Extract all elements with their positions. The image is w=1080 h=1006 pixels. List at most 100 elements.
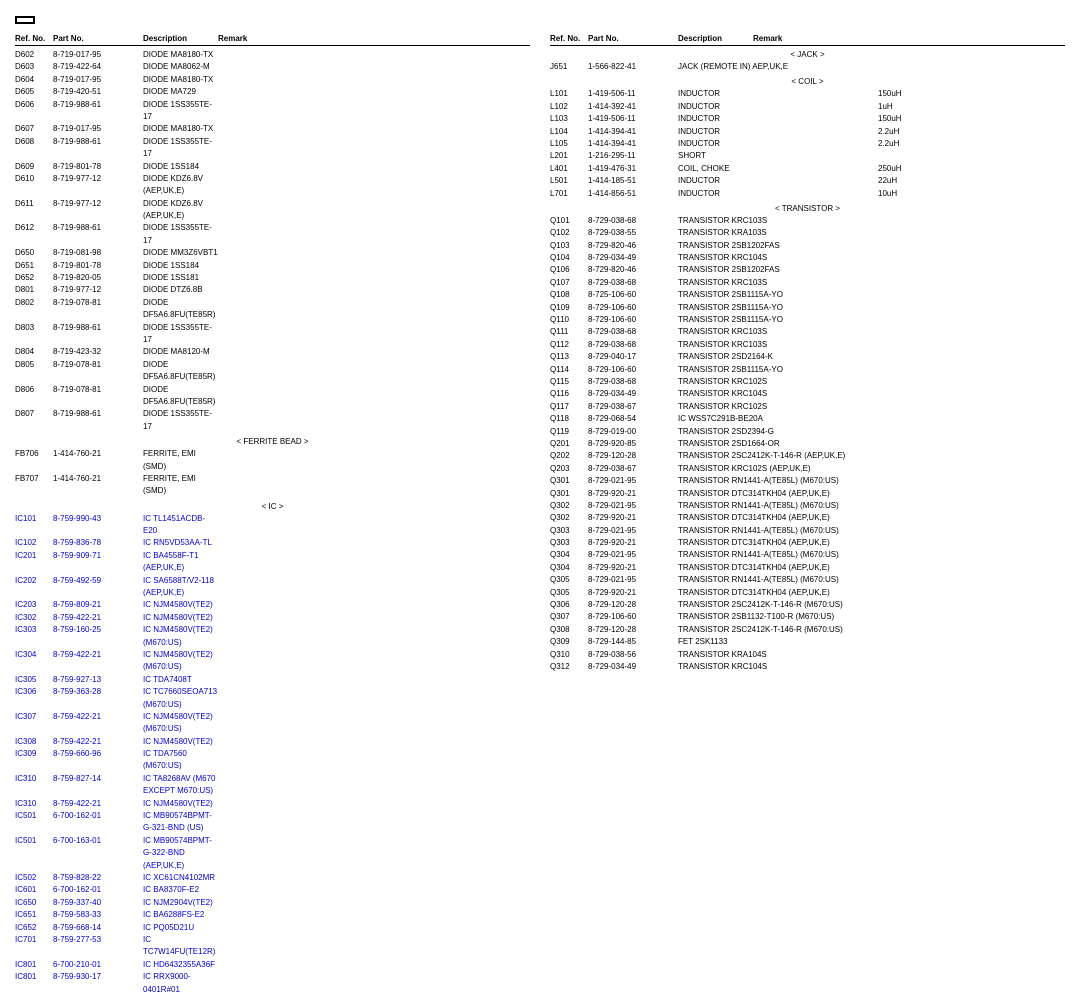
ref-cell: Q308: [550, 624, 588, 636]
ref-cell: IC101: [15, 513, 53, 538]
list-item: IC2018-759-909-71IC BA4558F-T1 (AEP,UK,E…: [15, 550, 530, 575]
part-cell: 8-719-078-81: [53, 359, 143, 384]
ref-cell: IC310: [15, 773, 53, 798]
ref-cell: L401: [550, 163, 588, 175]
list-item: IC3058-759-927-13IC TDA7408T: [15, 674, 530, 686]
part-cell: 8-725-106-60: [588, 289, 678, 301]
desc-cell: IC NJM4580V(TE2): [143, 612, 218, 624]
part-cell: 8-729-034-49: [588, 388, 678, 400]
remark-cell: [218, 473, 298, 498]
part-cell: 1-414-394-41: [588, 138, 678, 150]
ref-cell: Q111: [550, 326, 588, 338]
list-item: D6528-719-820-05DIODE 1SS181: [15, 272, 530, 284]
part-cell: 8-729-038-67: [588, 463, 678, 475]
remark-cell: [218, 959, 298, 971]
remark-cell: [218, 736, 298, 748]
remark-cell: [218, 123, 298, 135]
list-item: D6028-719-017-95DIODE MA8180-TX: [15, 49, 530, 61]
part-cell: 1-566-822-41: [588, 61, 678, 73]
list-item: FB7061-414-760-21FERRITE, EMI (SMD): [15, 448, 530, 473]
list-item: IC7018-759-277-53IC TC7W14FU(TE12R): [15, 934, 530, 959]
ref-cell: D651: [15, 260, 53, 272]
ref-cell: Q102: [550, 227, 588, 239]
remark-cell: [878, 636, 1065, 648]
ref-cell: D611: [15, 198, 53, 223]
list-item: IC6528-759-668-14IC PQ05D21U: [15, 922, 530, 934]
desc-cell: IC XC61CN4102MR: [143, 872, 218, 884]
desc-cell: IC TDA7560 (M670:US): [143, 748, 218, 773]
section-header: < IC >: [15, 502, 530, 511]
remark-cell: [878, 649, 1065, 661]
part-cell: 8-729-021-95: [588, 574, 678, 586]
ref-cell: D805: [15, 359, 53, 384]
desc-cell: IC RN5VD53AA-TL: [143, 537, 218, 549]
remark-cell: [218, 198, 298, 223]
part-cell: 8-729-038-55: [588, 227, 678, 239]
list-item: IC8018-759-930-17IC RRX9000-0401R#01: [15, 971, 530, 996]
desc-cell: DIODE MA8062-M: [143, 61, 218, 73]
part-cell: 8-719-988-61: [53, 99, 143, 124]
list-item: Q1178-729-038-67TRANSISTOR KRC102S: [550, 401, 1065, 413]
list-item: L1021-414-392-41INDUCTOR1uH: [550, 101, 1065, 113]
part-cell: 1-414-856-51: [588, 188, 678, 200]
desc-cell: TRANSISTOR 2SB1115A-YO: [678, 314, 878, 326]
part-cell: 8-729-038-68: [588, 215, 678, 227]
remark-cell: [878, 450, 1065, 462]
part-cell: 1-414-760-21: [53, 448, 143, 473]
desc-cell: TRANSISTOR KRA103S: [678, 227, 878, 239]
list-item: Q1028-729-038-55TRANSISTOR KRA103S: [550, 227, 1065, 239]
desc-cell: TRANSISTOR KRC103S: [678, 277, 878, 289]
desc-cell: TRANSISTOR DTC314TKH04 (AEP,UK,E): [678, 537, 878, 549]
remark-cell: [878, 240, 1065, 252]
remark-cell: [878, 61, 1065, 73]
list-item: Q1088-725-106-60TRANSISTOR 2SB1115A-YO: [550, 289, 1065, 301]
part-cell: 8-729-106-60: [588, 302, 678, 314]
part-cell: 6-700-162-01: [53, 810, 143, 835]
list-item: L1041-414-394-41INDUCTOR2.2uH: [550, 126, 1065, 138]
section-header: < JACK >: [550, 50, 1065, 59]
list-item: IC3078-759-422-21IC NJM4580V(TE2) (M670:…: [15, 711, 530, 736]
list-item: D6078-719-017-95DIODE MA8180-TX: [15, 123, 530, 135]
desc-cell: DIODE KDZ6.8V (AEP,UK,E): [143, 173, 218, 198]
ref-cell: L201: [550, 150, 588, 162]
part-cell: 8-759-668-14: [53, 922, 143, 934]
list-item: L1051-414-394-41INDUCTOR2.2uH: [550, 138, 1065, 150]
part-cell: 8-719-988-61: [53, 222, 143, 247]
list-item: J6511-566-822-41JACK (REMOTE IN) AEP,UK,…: [550, 61, 1065, 73]
ref-cell: D806: [15, 384, 53, 409]
desc-cell: SHORT: [678, 150, 878, 162]
list-item: D8028-719-078-81DIODE DF5A6.8FU(TE85R): [15, 297, 530, 322]
remark-cell: [878, 277, 1065, 289]
desc-cell: IC BA6288FS-E2: [143, 909, 218, 921]
ref-cell: IC304: [15, 649, 53, 674]
list-item: L2011-216-295-11SHORT: [550, 150, 1065, 162]
part-cell: 8-729-068-54: [588, 413, 678, 425]
part-cell: 8-719-988-61: [53, 136, 143, 161]
desc-cell: DIODE 1SS184: [143, 161, 218, 173]
part-cell: 8-759-660-96: [53, 748, 143, 773]
remark-cell: [218, 550, 298, 575]
remark-cell: [878, 150, 1065, 162]
desc-cell: DIODE MA729: [143, 86, 218, 98]
ref-cell: Q114: [550, 364, 588, 376]
section-header: < TRANSISTOR >: [550, 204, 1065, 213]
ref-cell: L104: [550, 126, 588, 138]
part-cell: 8-729-120-28: [588, 599, 678, 611]
part-cell: 8-719-017-95: [53, 123, 143, 135]
list-item: IC3108-759-827-14IC TA8268AV (M670 EXCEP…: [15, 773, 530, 798]
desc-cell: TRANSISTOR 2SD2394-G: [678, 426, 878, 438]
ref-cell: Q107: [550, 277, 588, 289]
ref-cell: IC501: [15, 835, 53, 872]
ref-cell: Q202: [550, 450, 588, 462]
desc-cell: IC NJM2904V(TE2): [143, 897, 218, 909]
desc-cell: TRANSISTOR DTC314TKH04 (AEP,UK,E): [678, 488, 878, 500]
part-cell: 8-759-277-53: [53, 934, 143, 959]
list-item: Q3038-729-920-21TRANSISTOR DTC314TKH04 (…: [550, 537, 1065, 549]
header-part2: Part No.: [588, 34, 678, 43]
list-item: D6058-719-420-51DIODE MA729: [15, 86, 530, 98]
desc-cell: DIODE DF5A6.8FU(TE85R): [143, 297, 218, 322]
ref-cell: D608: [15, 136, 53, 161]
remark-cell: [218, 222, 298, 247]
desc-cell: TRANSISTOR 2SB1132-T100-R (M670:US): [678, 611, 878, 623]
remark-cell: [878, 289, 1065, 301]
